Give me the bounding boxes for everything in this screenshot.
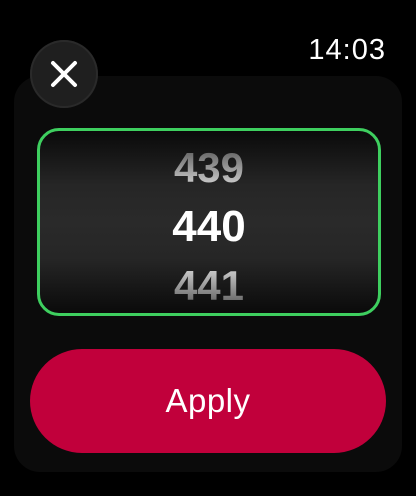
picker-next-value[interactable]: 441 [40,265,378,307]
watch-screen: 14:03 439 440 441 Apply [0,0,416,496]
number-picker[interactable]: 439 440 441 [37,128,381,316]
apply-button[interactable]: Apply [30,349,386,453]
picker-previous-value[interactable]: 439 [40,147,378,189]
picker-selected-value[interactable]: 440 [40,205,378,249]
close-button[interactable] [30,40,98,108]
clock-time: 14:03 [308,34,386,66]
close-icon [51,61,77,87]
